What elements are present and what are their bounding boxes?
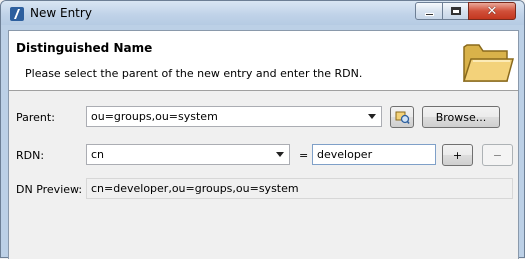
close-button[interactable]: ✕ [468,2,516,20]
minimize-icon [424,12,434,16]
dialog-window: New Entry ✕ Distinguished Name Please se… [0,0,525,259]
header-title: Distinguished Name [16,41,153,55]
wizard-header: Distinguished Name Please select the par… [9,31,518,91]
header-description: Please select the parent of the new entr… [25,67,363,80]
parent-label: Parent: [16,111,55,124]
parent-picker-button[interactable] [390,106,414,128]
browse-button[interactable]: Browse... [422,106,500,128]
add-rdn-button[interactable]: + [442,144,473,166]
title-bar[interactable]: New Entry ✕ [1,1,524,25]
browse-tree-icon [395,111,410,124]
rdn-attribute-value: cn [91,148,105,161]
maximize-icon [450,7,461,15]
chevron-down-icon [368,114,376,119]
parent-value: ou=groups,ou=system [91,110,218,123]
chevron-down-icon [276,152,284,157]
remove-rdn-button[interactable]: − [482,144,513,166]
maximize-button[interactable] [442,2,469,20]
folder-icon [462,44,514,82]
dn-preview-field: cn=developer,ou=groups,ou=system [86,178,513,199]
browse-button-label: Browse... [435,110,487,124]
equals-sign: = [299,149,309,162]
remove-rdn-label: − [492,148,503,162]
rdn-label: RDN: [16,149,45,162]
minimize-button[interactable] [415,2,443,20]
rdn-attribute-combo[interactable]: cn [86,144,290,165]
dn-preview-label: DN Preview: [16,183,83,196]
app-icon [10,7,24,21]
rdn-value-input[interactable] [312,144,436,165]
window-title: New Entry [30,6,92,20]
dialog-content: Distinguished Name Please select the par… [8,30,519,259]
add-rdn-label: + [452,148,463,162]
parent-combo[interactable]: ou=groups,ou=system [86,106,382,127]
dn-preview-value: cn=developer,ou=groups,ou=system [91,182,299,195]
close-icon: ✕ [486,3,498,19]
